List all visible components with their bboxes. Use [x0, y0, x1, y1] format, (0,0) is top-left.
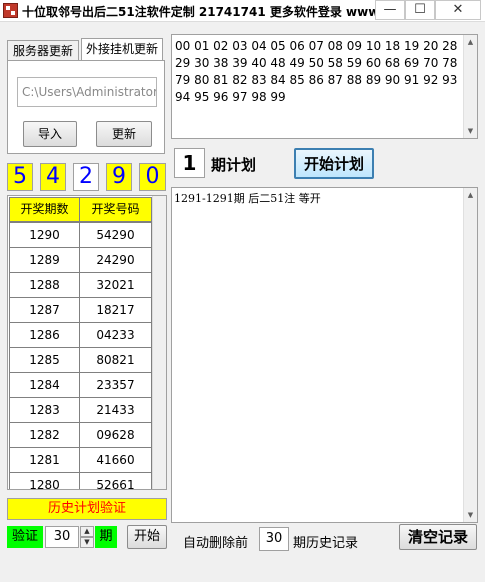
table-row[interactable]: 1287 18217 [9, 297, 152, 323]
period-cell: 1281 [9, 447, 80, 473]
import-button[interactable]: 导入 [23, 121, 77, 147]
history-records-label: 期历史记录 [293, 536, 359, 551]
table-row[interactable]: 1285 80821 [9, 347, 152, 373]
period-cell: 1288 [9, 272, 80, 298]
number-cell: 41660 [79, 447, 152, 473]
tab-server-update[interactable]: 服务器更新 [7, 40, 79, 60]
number-cell: 54290 [79, 222, 152, 248]
number-cell: 80821 [79, 347, 152, 373]
number-cell: 18217 [79, 297, 152, 323]
draw-history-table[interactable]: 开奖期数 开奖号码 1290 54290 1289 24290 1288 32021 … [7, 195, 167, 490]
update-button[interactable]: 更新 [96, 121, 152, 147]
table-row[interactable]: 1282 09628 [9, 422, 152, 448]
scroll-up-arrow-icon[interactable]: ▲ [464, 35, 477, 49]
numbers-scrollbar[interactable]: ▲ ▼ [463, 35, 477, 138]
scroll-down-arrow-icon[interactable]: ▼ [464, 124, 477, 138]
period-cell: 1280 [9, 472, 80, 489]
digit-1: 5 [7, 163, 33, 191]
plan-period-input[interactable]: 1 [174, 148, 205, 178]
verify-periods-input[interactable]: 30 [45, 526, 79, 548]
window-title: 十位取邻号出后二51注软件定制 21741741 更多软件登录 www.h... [22, 5, 382, 19]
period-cell: 1284 [9, 372, 80, 398]
table-row[interactable]: 1283 21433 [9, 397, 152, 423]
period-cell: 1282 [9, 422, 80, 448]
log-line: 1291-1291期 后二51注 等开 [174, 192, 321, 205]
digit-5: 0 [139, 163, 166, 191]
plan-log-textarea[interactable]: 1291-1291期 后二51注 等开 ▲ ▼ [171, 187, 478, 523]
table-row[interactable]: 1290 54290 [9, 222, 152, 248]
numbers-text: 00 01 02 03 04 05 06 07 08 09 10 18 19 2… [175, 39, 458, 104]
number-cell: 21433 [79, 397, 152, 423]
numbers-textarea[interactable]: 00 01 02 03 04 05 06 07 08 09 10 18 19 2… [171, 34, 478, 139]
number-cell: 04233 [79, 322, 152, 348]
title-bar: 十位取邻号出后二51注软件定制 21741741 更多软件登录 www.h...… [0, 0, 485, 22]
digit-4: 9 [106, 163, 132, 191]
app-icon [3, 3, 18, 18]
number-cell: 23357 [79, 372, 152, 398]
period-cell: 1285 [9, 347, 80, 373]
app-window: 十位取邻号出后二51注软件定制 21741741 更多软件登录 www.h...… [0, 0, 485, 582]
period-unit-label: 期 [95, 526, 117, 548]
table-row[interactable]: 1288 32021 [9, 272, 152, 298]
table-row[interactable]: 1289 24290 [9, 247, 152, 273]
path-input[interactable]: C:\Users\Administrator\ [17, 77, 157, 107]
scroll-up-arrow-icon[interactable]: ▲ [464, 188, 477, 202]
spin-down-arrow-icon[interactable]: ▼ [80, 537, 94, 548]
table-row[interactable]: 1286 04233 [9, 322, 152, 348]
digit-3: 2 [73, 163, 99, 191]
number-cell: 32021 [79, 272, 152, 298]
number-cell: 52661 [79, 472, 152, 489]
period-cell: 1283 [9, 397, 80, 423]
digit-2: 4 [40, 163, 66, 191]
number-cell: 24290 [79, 247, 152, 273]
close-button[interactable]: ✕ [435, 0, 481, 20]
auto-delete-label: 自动删除前 [183, 536, 249, 551]
column-header-period: 开奖期数 [9, 197, 80, 222]
start-verify-button[interactable]: 开始 [127, 525, 167, 549]
verify-label: 验证 [7, 526, 43, 548]
period-cell: 1287 [9, 297, 80, 323]
table-row[interactable]: 1284 23357 [9, 372, 152, 398]
table-body: 1290 54290 1289 24290 1288 32021 1287 18217 … [9, 222, 152, 489]
minimize-button[interactable]: — [375, 0, 405, 20]
spin-up-arrow-icon[interactable]: ▲ [80, 526, 94, 537]
table-row[interactable]: 1280 52661 [9, 472, 152, 489]
period-cell: 1289 [9, 247, 80, 273]
maximize-button[interactable]: ☐ [405, 0, 435, 20]
log-scrollbar[interactable]: ▲ ▼ [463, 188, 477, 522]
table-scrollbar[interactable] [152, 196, 166, 489]
column-header-number: 开奖号码 [79, 197, 152, 222]
plan-period-label: 期计划 [211, 156, 257, 174]
number-cell: 09628 [79, 422, 152, 448]
period-cell: 1286 [9, 322, 80, 348]
history-plan-verify-button[interactable]: 历史计划验证 [7, 498, 167, 520]
table-header: 开奖期数 开奖号码 [9, 197, 152, 222]
table-row[interactable]: 1281 41660 [9, 447, 152, 473]
scroll-down-arrow-icon[interactable]: ▼ [464, 508, 477, 522]
start-plan-button[interactable]: 开始计划 [294, 148, 374, 179]
period-cell: 1290 [9, 222, 80, 248]
update-panel: C:\Users\Administrator\ 导入 更新 [7, 60, 165, 154]
clear-records-button[interactable]: 清空记录 [399, 524, 477, 550]
tab-external-update[interactable]: 外接挂机更新 [81, 38, 163, 60]
auto-delete-input[interactable]: 30 [259, 527, 289, 551]
